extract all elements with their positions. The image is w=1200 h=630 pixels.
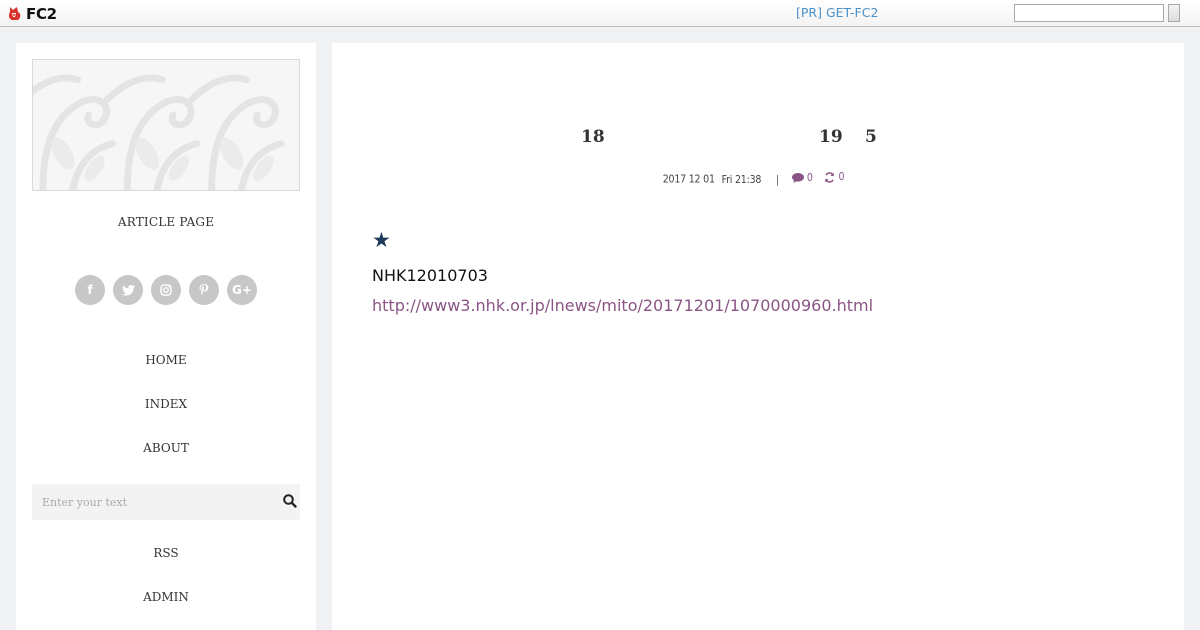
sidebar-title: ARTICLE PAGE [117, 215, 215, 229]
article-title[interactable]: 18 19 5 [332, 127, 1184, 151]
facebook-icon[interactable]: f [75, 275, 105, 305]
google-plus-icon[interactable]: G+ [227, 275, 257, 305]
fc2-fox-icon [8, 7, 21, 20]
nav-about-link[interactable]: ABOUT [16, 441, 316, 455]
article-title-part: 5 [865, 127, 877, 147]
refresh-icon [825, 171, 835, 183]
meta-separator: | [776, 173, 780, 186]
pr-link[interactable]: [PR] GET-FC2 [796, 5, 878, 20]
search-icon[interactable] [282, 493, 298, 509]
comment-icon [791, 172, 804, 183]
fc2-logo-text: FC2 [26, 4, 57, 23]
article-title-part: 18 [581, 127, 605, 147]
pinterest-icon[interactable] [189, 275, 219, 305]
fc2-top-bar: FC2 [PR] GET-FC2 [0, 0, 1200, 27]
article-meta: 2017 12 01 Fri 21:38 | 0 0 [332, 171, 1184, 186]
top-search-button[interactable] [1168, 4, 1180, 22]
header-image [32, 59, 300, 191]
sidebar-search-input[interactable] [32, 484, 272, 520]
social-links: f G+ [75, 275, 257, 305]
article-panel: 18 19 5 2017 12 01 Fri 21:38 | 0 0 ★ NHK… [332, 43, 1184, 630]
sidebar-search [32, 484, 300, 520]
nav-rss-link[interactable]: RSS [16, 546, 316, 560]
twitter-icon[interactable] [113, 275, 143, 305]
damask-pattern-graphic [33, 60, 299, 190]
trackback-count-link[interactable]: 0 [824, 171, 844, 183]
article-date: 2017 12 01 [662, 173, 715, 186]
article-title-part: 19 [819, 127, 843, 147]
nav-index-link[interactable]: INDEX [16, 397, 316, 411]
instagram-icon[interactable] [151, 275, 181, 305]
sidebar: ARTICLE PAGE f G+ HOME INDEX ABOUT RSS A… [16, 43, 316, 630]
star-icon: ★ [372, 228, 391, 252]
comment-count-link[interactable]: 0 [791, 171, 813, 184]
article-body-text: NHK12010703 [372, 266, 488, 285]
nav-admin-link[interactable]: ADMIN [16, 590, 316, 604]
top-search-input[interactable] [1014, 4, 1164, 22]
nav-home-link[interactable]: HOME [16, 353, 316, 367]
article-weekday-time: Fri 21:38 [721, 173, 762, 186]
trackback-count: 0 [838, 171, 845, 183]
comment-count: 0 [806, 171, 813, 184]
fc2-logo[interactable]: FC2 [7, 4, 57, 23]
article-source-link[interactable]: http://www3.nhk.or.jp/lnews/mito/2017120… [372, 296, 873, 315]
